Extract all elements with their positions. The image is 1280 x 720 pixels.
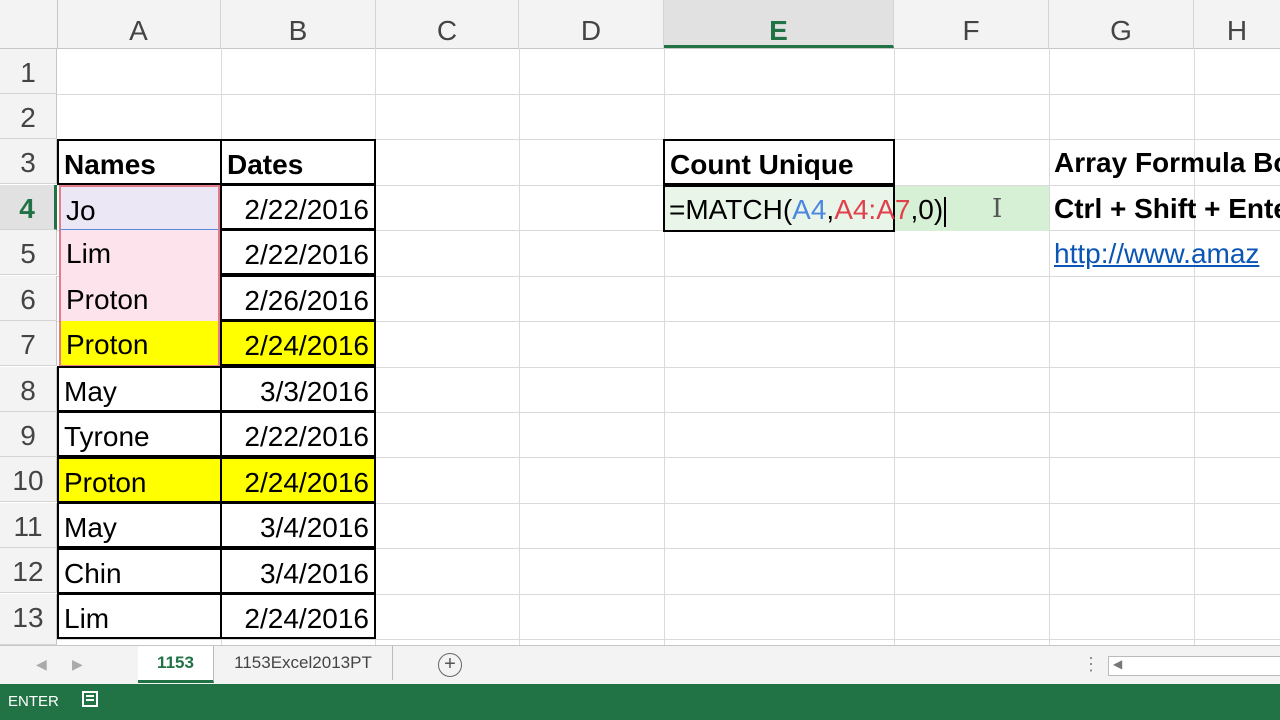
column-header-c[interactable]: C <box>376 0 519 48</box>
sheet-tab-bar: ◀ ▶ 1153 1153Excel2013PT + ⋮ ◀ <box>0 645 1280 685</box>
row-header-1[interactable]: 1 <box>0 49 57 94</box>
select-all-corner[interactable] <box>0 0 58 48</box>
formula-ref-range: A4:A7 <box>834 194 911 225</box>
cell-a8[interactable]: May <box>57 366 222 412</box>
gridline <box>519 48 520 645</box>
column-header-f[interactable]: F <box>894 0 1049 48</box>
cell-a5[interactable]: Lim <box>59 230 220 276</box>
cell-g3-note[interactable]: Array Formula Bo <box>1049 139 1280 185</box>
horizontal-scrollbar[interactable]: ◀ <box>1108 656 1280 676</box>
row-header-7[interactable]: 7 <box>0 321 57 366</box>
column-header-a[interactable]: A <box>57 0 221 48</box>
text-caret <box>944 196 947 227</box>
row-header-9[interactable]: 9 <box>0 412 57 457</box>
cell-b3[interactable]: Dates <box>220 139 376 185</box>
cell-g4-note[interactable]: Ctrl + Shift + Ente <box>1049 185 1280 231</box>
column-header-h[interactable]: H <box>1194 0 1280 48</box>
gridline <box>664 48 665 645</box>
cell-a3[interactable]: Names <box>57 139 222 185</box>
macro-record-icon[interactable] <box>82 691 98 707</box>
column-header-b[interactable]: B <box>221 0 376 48</box>
scroll-left-icon[interactable]: ◀ <box>1113 657 1122 671</box>
formula-suffix: ,0) <box>910 194 944 225</box>
gridline <box>894 48 895 645</box>
cell-a11[interactable]: May <box>57 502 222 548</box>
gridline <box>1194 48 1195 645</box>
cell-a13[interactable]: Lim <box>57 593 222 639</box>
gridline <box>57 639 1280 640</box>
row-header-11[interactable]: 11 <box>0 503 57 548</box>
cell-a7[interactable]: Proton <box>59 321 220 367</box>
row-header-5[interactable]: 5 <box>0 230 57 275</box>
row-header-4[interactable]: 4 <box>0 185 57 230</box>
cell-b13[interactable]: 2/24/2016 <box>220 593 376 639</box>
cell-b4[interactable]: 2/22/2016 <box>220 184 376 230</box>
row-header-13[interactable]: 13 <box>0 594 57 645</box>
row-header-3[interactable]: 3 <box>0 139 57 184</box>
status-mode: ENTER <box>8 693 59 710</box>
row-header-10[interactable]: 10 <box>0 457 57 502</box>
nav-left-icon[interactable]: ◀ <box>36 656 47 673</box>
cell-b11[interactable]: 3/4/2016 <box>220 502 376 548</box>
cell-a9[interactable]: Tyrone <box>57 411 222 457</box>
cell-b8[interactable]: 3/3/2016 <box>220 366 376 412</box>
text-cursor-icon: I <box>992 194 1003 224</box>
column-header-row: A B C D E F G H <box>0 0 1280 49</box>
column-header-e[interactable]: E <box>664 0 894 48</box>
cell-b6[interactable]: 2/26/2016 <box>220 275 376 321</box>
gridline <box>57 94 1280 95</box>
cell-b10[interactable]: 2/24/2016 <box>220 457 376 503</box>
formula-prefix: =MATCH( <box>669 194 793 225</box>
cell-a10[interactable]: Proton <box>57 457 222 503</box>
cell-a12[interactable]: Chin <box>57 548 222 594</box>
cell-e3-count-unique-label[interactable]: Count Unique <box>663 139 895 185</box>
column-header-g[interactable]: G <box>1049 0 1194 48</box>
status-bar: ENTER <box>0 684 1280 720</box>
cell-a6[interactable]: Proton <box>59 276 220 322</box>
formula-ref-a4: A4 <box>792 194 827 225</box>
add-sheet-icon[interactable]: + <box>438 653 462 677</box>
sheet-tab-1153[interactable]: 1153 <box>138 646 214 683</box>
row-header-12[interactable]: 12 <box>0 548 57 593</box>
row-header-6[interactable]: 6 <box>0 276 57 321</box>
row-header-2[interactable]: 2 <box>0 94 57 139</box>
cell-a4[interactable]: Jo <box>59 185 220 231</box>
nav-right-icon[interactable]: ▶ <box>72 656 83 673</box>
cell-b5[interactable]: 2/22/2016 <box>220 229 376 275</box>
tab-split-handle[interactable]: ⋮ <box>1082 654 1100 675</box>
cell-b7[interactable]: 2/24/2016 <box>220 320 376 366</box>
hyperlink-text[interactable]: http://www.amaz <box>1054 238 1259 269</box>
cell-g5-hyperlink[interactable]: http://www.amaz <box>1049 230 1280 276</box>
column-header-d[interactable]: D <box>519 0 664 48</box>
cell-e4-formula-editor[interactable]: =MATCH(A4,A4:A7,0) <box>663 185 947 232</box>
row-header-8[interactable]: 8 <box>0 367 57 412</box>
gridline <box>1049 48 1050 645</box>
cell-b12[interactable]: 3/4/2016 <box>220 548 376 594</box>
sheet-tab-1153excel2013pt[interactable]: 1153Excel2013PT <box>214 646 393 680</box>
cell-b9[interactable]: 2/22/2016 <box>220 411 376 457</box>
